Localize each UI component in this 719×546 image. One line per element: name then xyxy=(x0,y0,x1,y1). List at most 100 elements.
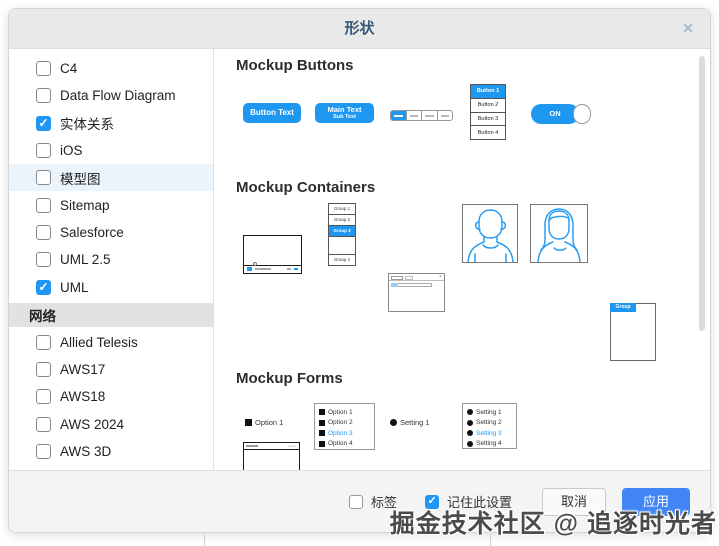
shape-on-toggle[interactable]: ON xyxy=(531,104,591,124)
sidebar-item-aws2024[interactable]: AWS 2024 xyxy=(9,411,213,438)
shape-horizontal-button-bar[interactable] xyxy=(390,110,453,121)
radio-dot-icon xyxy=(467,440,473,447)
radio-dot-icon xyxy=(467,409,473,416)
shape-user-female-avatar[interactable] xyxy=(530,204,588,263)
play-icon xyxy=(247,267,252,271)
sidebar-item-c4[interactable]: C4 xyxy=(9,55,213,82)
shape-video-player[interactable] xyxy=(243,235,302,274)
background-grid-line xyxy=(204,534,205,546)
accordion-item: Group 4 xyxy=(329,254,355,265)
sidebar-item-uml25[interactable]: UML 2.5 xyxy=(9,246,213,273)
shape-radio-group[interactable]: Setting 1 Setting 2 Setting 3 Setting 4 xyxy=(462,403,517,449)
browser-tab xyxy=(391,276,403,280)
shape-checkbox[interactable]: Option 1 xyxy=(245,418,283,427)
radio-dot-icon xyxy=(390,419,397,426)
button-bar-segment xyxy=(391,111,406,120)
sidebar-item-aws18[interactable]: AWS18 xyxy=(9,383,213,410)
dialog-title: 形状 xyxy=(344,20,375,37)
sidebar-item-aws3d[interactable]: AWS 3D xyxy=(9,438,213,465)
sidebar-item-allied-telesis[interactable]: Allied Telesis xyxy=(9,329,213,356)
sidebar-item-salesforce[interactable]: Salesforce xyxy=(9,219,213,246)
sidebar-item-data-flow-diagram[interactable]: Data Flow Diagram xyxy=(9,82,213,109)
checkbox-square-icon xyxy=(319,409,325,416)
checkbox-icon[interactable] xyxy=(36,61,51,77)
checkbox-icon[interactable] xyxy=(36,197,51,213)
scrub-handle xyxy=(253,262,257,266)
checkbox-icon[interactable] xyxy=(36,143,51,159)
checkbox-icon[interactable] xyxy=(36,334,51,350)
shapes-dialog: 形状 ✕ C4 Data Flow Diagram 实体关系 iOS 模型图 S… xyxy=(8,8,711,533)
vlist-item: Button 4 xyxy=(477,129,499,136)
sidebar-item-ios[interactable]: iOS xyxy=(9,137,213,164)
shape-button-text[interactable]: Button Text xyxy=(243,103,301,123)
shape-accordion-group[interactable]: Group 1 Group 2 Group 3 Group 4 xyxy=(328,203,356,266)
checkbox-checked-icon[interactable] xyxy=(424,494,439,509)
checkbox-icon[interactable] xyxy=(36,224,51,240)
checkbox-icon[interactable] xyxy=(36,389,51,405)
dialog-footer: 标签 记住此设置 取消 应用 xyxy=(9,470,710,532)
browser-back-icon xyxy=(391,283,398,287)
vlist-item: Button 1 xyxy=(471,85,505,99)
checkbox-square-icon xyxy=(319,440,325,447)
shape-vertical-button-list[interactable]: Button 1 Button 2 Button 3 Button 4 xyxy=(470,84,506,140)
accordion-body xyxy=(329,237,355,254)
timeline-line xyxy=(255,268,271,270)
checkbox-checked-icon[interactable] xyxy=(36,115,51,131)
checkbox-icon[interactable] xyxy=(36,416,51,432)
remember-checkbox-group[interactable]: 记住此设置 xyxy=(424,492,512,511)
shape-library-list: C4 Data Flow Diagram 实体关系 iOS 模型图 Sitema… xyxy=(9,49,214,470)
browser-close-icon: × xyxy=(439,274,442,280)
sidebar-item-mockups[interactable]: 模型图 xyxy=(9,164,213,192)
checkbox-square-icon xyxy=(245,419,252,426)
sidebar-section-network: 网络 xyxy=(9,302,213,327)
close-icon[interactable]: ✕ xyxy=(682,20,694,37)
browser-tab xyxy=(405,276,413,280)
checkbox-icon[interactable] xyxy=(36,362,51,378)
shape-window[interactable]: ▫▫▫ xyxy=(243,442,300,470)
checkbox-icon[interactable] xyxy=(36,252,51,268)
female-avatar-icon xyxy=(537,208,581,262)
cancel-button[interactable]: 取消 xyxy=(542,487,606,516)
accordion-item: Group 2 xyxy=(329,215,355,226)
button-bar-segment xyxy=(421,111,437,120)
section-header-mockup-forms: Mockup Forms xyxy=(236,370,343,387)
shape-browser-window[interactable]: × xyxy=(388,273,445,312)
shape-user-male-avatar[interactable] xyxy=(462,204,518,263)
sidebar-item-aws17[interactable]: AWS17 xyxy=(9,356,213,383)
section-header-mockup-buttons: Mockup Buttons xyxy=(236,57,354,74)
toggle-on-label: ON xyxy=(531,104,579,124)
checkbox-square-icon xyxy=(319,430,325,437)
video-controls-bar xyxy=(244,265,301,273)
sidebar-item-uml[interactable]: UML xyxy=(9,273,213,300)
accordion-item-selected: Group 3 xyxy=(329,226,355,237)
checkbox-icon[interactable] xyxy=(348,494,363,509)
checkbox-icon[interactable] xyxy=(36,170,51,186)
main-scrollbar[interactable] xyxy=(699,56,705,331)
background-grid-line xyxy=(490,534,491,546)
checkbox-square-icon xyxy=(319,419,325,426)
shape-group-container[interactable]: Group xyxy=(610,303,656,361)
checkbox-icon[interactable] xyxy=(36,444,51,459)
radio-dot-icon xyxy=(467,419,473,426)
checkbox-icon[interactable] xyxy=(36,88,51,104)
window-title-line xyxy=(246,445,258,447)
shape-button-main-sub[interactable]: Main Text Sub Text xyxy=(315,103,374,123)
fullscreen-icon xyxy=(294,268,298,270)
vlist-item: Button 2 xyxy=(471,99,505,113)
button-bar-segment xyxy=(436,111,453,120)
group-tab-label: Group xyxy=(610,303,636,312)
accordion-item: Group 1 xyxy=(329,204,355,215)
shape-checkbox-group[interactable]: Option 1 Option 2 Option 3 Option 4 xyxy=(314,403,375,450)
checkbox-checked-icon[interactable] xyxy=(36,279,51,295)
button-bar-segment xyxy=(405,111,422,120)
apply-button[interactable]: 应用 xyxy=(622,487,690,516)
shape-radio[interactable]: Setting 1 xyxy=(390,418,430,427)
volume-icon xyxy=(287,268,291,270)
section-header-mockup-containers: Mockup Containers xyxy=(236,179,376,196)
tags-checkbox-group[interactable]: 标签 xyxy=(348,492,397,511)
vlist-item: Button 3 xyxy=(471,113,505,127)
sidebar-item-entity-relation[interactable]: 实体关系 xyxy=(9,110,213,137)
dialog-titlebar: 形状 ✕ xyxy=(9,9,710,49)
radio-dot-icon xyxy=(467,430,473,437)
sidebar-item-sitemap[interactable]: Sitemap xyxy=(9,191,213,218)
